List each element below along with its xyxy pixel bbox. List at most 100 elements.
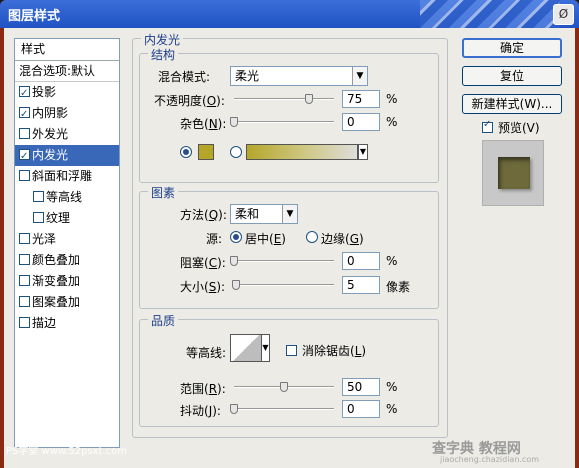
choke-slider-thumb[interactable] [230,256,238,266]
reset-button[interactable]: 复位 [462,66,562,86]
style-item-label: 投影 [32,85,57,99]
elements-group: 图素 方法(Q): 柔和 ▼ 源: 居中(E) 边缘(G) 阻塞(C): 0 %… [139,184,439,309]
style-item-label: 图案叠加 [32,295,81,309]
size-slider-track[interactable] [234,284,334,286]
style-item-label: 纹理 [46,211,71,225]
quality-legend: 品质 [148,312,179,329]
style-item[interactable]: 斜面和浮雕 [15,166,119,187]
choke-label: 阻塞(C): [180,256,226,270]
style-item-checkbox[interactable] [19,233,30,244]
close-button[interactable]: Ø [553,4,574,25]
choke-slider-track[interactable] [234,260,334,262]
antialias-checkbox[interactable] [286,345,297,356]
style-item[interactable]: 纹理 [15,208,119,229]
blend-mode-label: 混合模式: [158,70,211,84]
quality-group: 品质 等高线: ▼ 消除锯齿(L) 范围(R): 50 % 抖动(J): 0 % [139,312,439,427]
chevron-down-icon: ▼ [352,67,367,85]
source-center-radio[interactable] [230,231,242,243]
style-item-checkbox[interactable] [19,170,30,181]
source-edge-radio[interactable] [306,231,318,243]
style-item-checkbox[interactable] [19,146,30,167]
style-item[interactable]: 光泽 [15,229,119,250]
size-slider-thumb[interactable] [232,280,240,290]
style-item-checkbox[interactable] [19,128,30,139]
range-label: 范围(R): [180,382,226,396]
solid-color-radio[interactable] [180,146,192,158]
style-item-checkbox[interactable] [33,212,44,223]
opacity-slider-thumb[interactable] [305,94,313,104]
style-item-checkbox[interactable] [19,296,30,307]
structure-group: 结构 混合模式: 柔光 ▼ 不透明度(O): 75 % 杂色(N): 0 % ▼ [139,46,439,183]
style-item-checkbox[interactable] [19,317,30,328]
style-item-label: 斜面和浮雕 [32,169,93,183]
style-item[interactable]: 等高线 [15,187,119,208]
style-item[interactable]: 描边 [15,313,119,334]
blend-options-item[interactable]: 混合选项:默认 [15,61,119,82]
style-item-label: 渐变叠加 [32,274,81,288]
ok-button[interactable]: 确定 [462,38,562,58]
noise-slider-track[interactable] [234,121,334,123]
opacity-field[interactable]: 75 [342,90,380,108]
range-percent: % [386,380,398,394]
glow-color-swatch[interactable] [198,144,214,160]
style-item[interactable]: 渐变叠加 [15,271,119,292]
style-item-checkbox[interactable] [19,104,30,125]
style-item-label: 光泽 [32,232,57,246]
watermark-url: jiaocheng.chazidian.com [440,455,540,464]
preview-label[interactable]: 预览(V) [498,119,540,136]
chevron-down-icon: ▼ [282,205,297,223]
range-field[interactable]: 50 [342,378,380,396]
style-item-label: 内发光 [32,148,69,162]
glow-gradient-swatch[interactable] [246,144,358,160]
noise-label: 杂色(N): [180,117,227,131]
blend-mode-select[interactable]: 柔光 ▼ [230,66,368,86]
method-select[interactable]: 柔和 ▼ [230,204,298,224]
range-slider-thumb[interactable] [280,382,288,392]
style-item[interactable]: 内发光 [15,145,119,167]
source-center-label[interactable]: 居中(E) [245,230,286,247]
style-item-checkbox[interactable] [19,254,30,265]
noise-slider-thumb[interactable] [230,117,238,127]
style-item[interactable]: 颜色叠加 [15,250,119,271]
choke-field[interactable]: 0 [342,252,380,270]
contour-dropdown-icon[interactable]: ▼ [261,334,270,362]
jitter-percent: % [386,402,398,416]
style-item-label: 描边 [32,316,57,330]
jitter-slider-thumb[interactable] [230,404,238,414]
gradient-radio[interactable] [230,146,242,158]
style-item-checkbox[interactable] [19,83,30,104]
dialog-client: 样式 混合选项:默认 投影内阴影外发光内发光斜面和浮雕等高线纹理光泽颜色叠加渐变… [4,28,575,468]
preview-checkbox[interactable] [482,119,493,133]
jitter-field[interactable]: 0 [342,400,380,418]
styles-list: 样式 混合选项:默认 投影内阴影外发光内发光斜面和浮雕等高线纹理光泽颜色叠加渐变… [14,38,120,448]
jitter-slider-track[interactable] [234,408,334,410]
title-bar[interactable]: 图层样式 Ø [0,0,579,28]
size-field[interactable]: 5 [342,276,380,294]
method-value: 柔和 [235,207,260,221]
antialias-label[interactable]: 消除锯齿(L) [302,342,366,359]
styles-header[interactable]: 样式 [15,39,119,61]
style-item-label: 颜色叠加 [32,253,81,267]
opacity-slider-track[interactable] [234,98,334,100]
gradient-dropdown-icon[interactable]: ▼ [358,144,368,160]
dialog-title: 图层样式 [8,9,61,24]
style-item-checkbox[interactable] [33,191,44,202]
size-unit: 像素 [386,280,411,294]
style-item[interactable]: 投影 [15,82,119,104]
new-style-button[interactable]: 新建样式(W)... [462,94,562,114]
style-item[interactable]: 内阴影 [15,103,119,125]
watermark-left: PS学堂 www.52psxt.com [6,446,128,457]
style-preview [482,140,544,206]
contour-picker[interactable] [230,334,262,362]
style-item[interactable]: 图案叠加 [15,292,119,313]
style-item[interactable]: 外发光 [15,124,119,145]
style-item-checkbox[interactable] [19,275,30,286]
noise-field[interactable]: 0 [342,113,380,131]
style-item-label: 内阴影 [32,106,69,120]
contour-label: 等高线: [186,346,227,360]
title-bar-decoration [420,0,560,28]
style-item-label: 等高线 [46,190,83,204]
source-label: 源: [206,232,223,246]
size-label: 大小(S): [180,280,226,294]
source-edge-label[interactable]: 边缘(G) [321,230,364,247]
